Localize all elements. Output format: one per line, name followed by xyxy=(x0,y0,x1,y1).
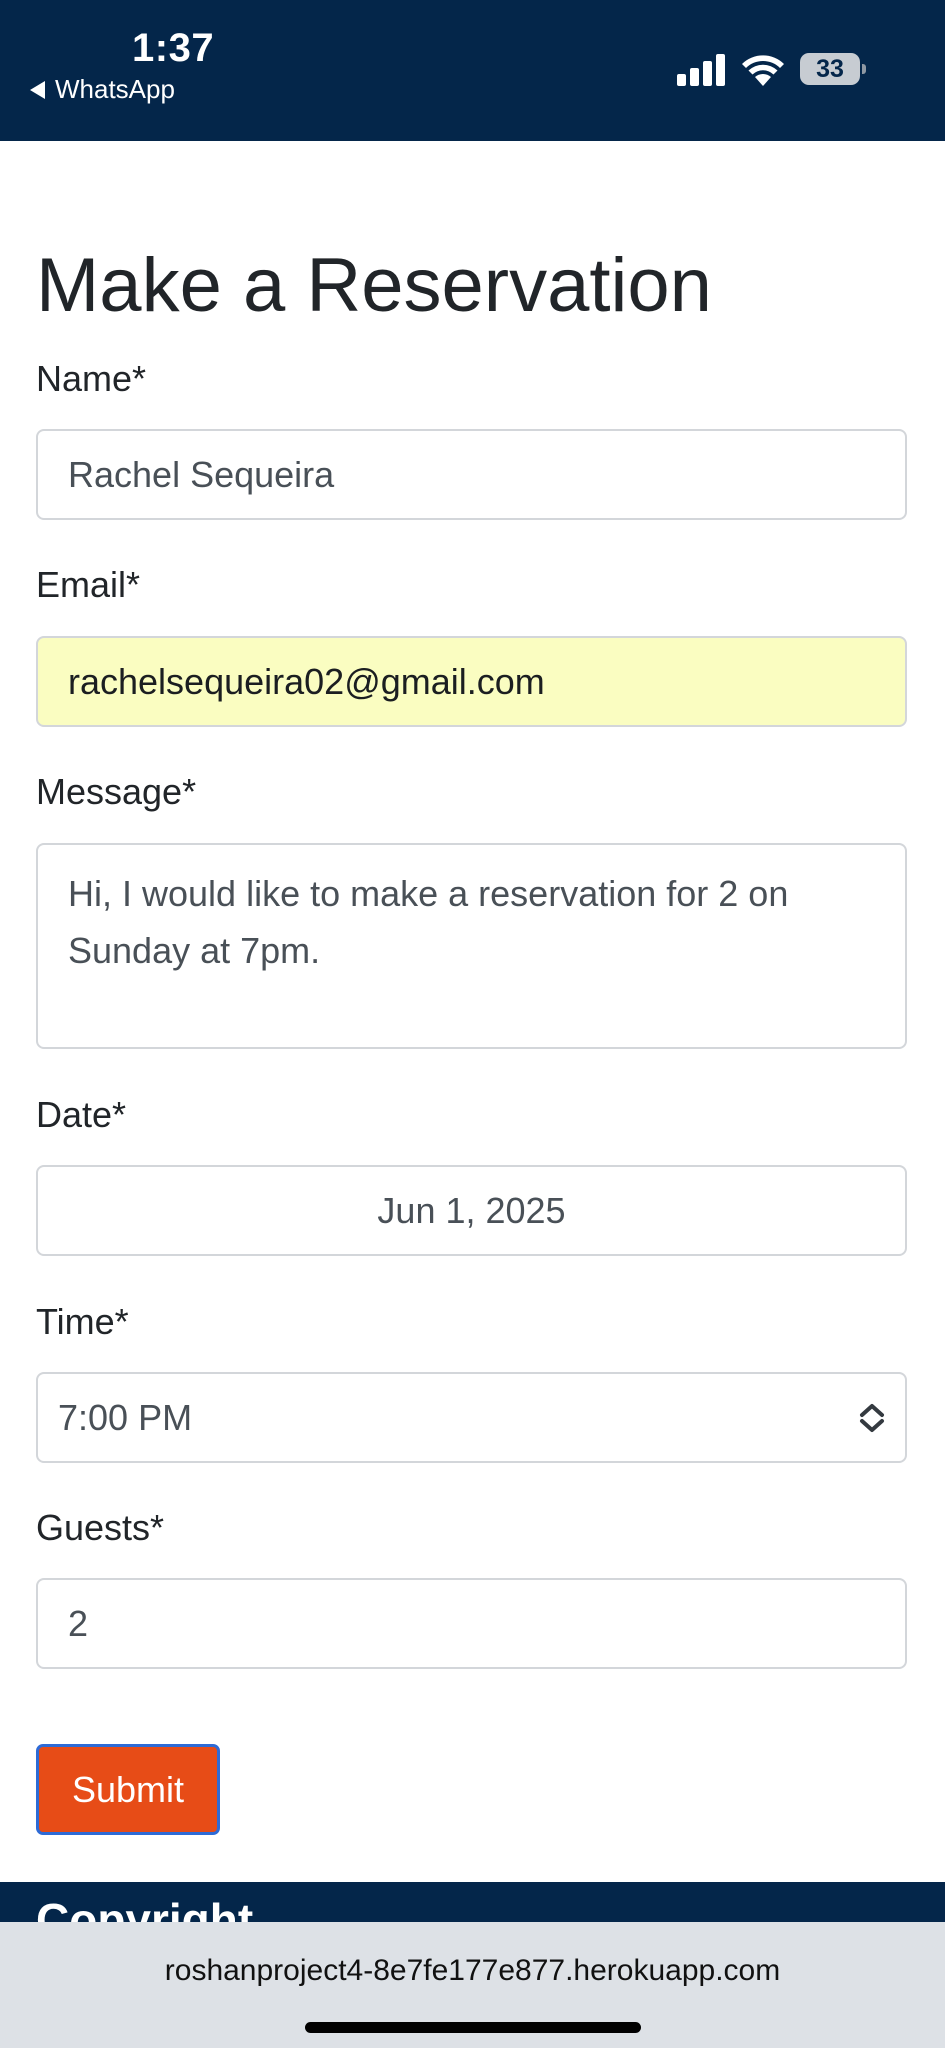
date-label: Date* xyxy=(36,1094,127,1135)
cellular-signal-icon xyxy=(677,54,725,86)
email-label: Email* xyxy=(36,564,141,605)
guests-input[interactable]: 2 xyxy=(36,1578,907,1669)
submit-button[interactable]: Submit xyxy=(36,1744,220,1835)
message-textarea[interactable]: Hi, I would like to make a reservation f… xyxy=(36,843,907,1049)
date-value: Jun 1, 2025 xyxy=(377,1189,566,1231)
date-input[interactable]: Jun 1, 2025 xyxy=(36,1165,907,1256)
status-bar: 1:37 WhatsApp 33 xyxy=(0,0,945,141)
email-value: rachelsequeira02@gmail.com xyxy=(68,660,545,702)
time-label: Time* xyxy=(36,1301,129,1342)
back-to-app-link[interactable]: WhatsApp xyxy=(30,74,175,105)
url-text[interactable]: roshanproject4-8e7fe177e877.herokuapp.co… xyxy=(0,1954,945,1988)
time-select[interactable]: 7:00 PM xyxy=(36,1372,907,1463)
name-value: Rachel Sequeira xyxy=(68,453,335,495)
select-updown-icon xyxy=(860,1404,884,1432)
message-value: Hi, I would like to make a reservation f… xyxy=(68,873,789,971)
back-arrow-icon xyxy=(30,80,45,99)
email-input[interactable]: rachelsequeira02@gmail.com xyxy=(36,636,907,727)
home-indicator xyxy=(305,2022,641,2033)
guests-label: Guests* xyxy=(36,1507,165,1548)
wifi-icon xyxy=(742,55,784,86)
guests-value: 2 xyxy=(68,1602,89,1644)
browser-url-bar[interactable]: roshanproject4-8e7fe177e877.herokuapp.co… xyxy=(0,1922,945,2048)
battery-tip xyxy=(862,64,866,74)
page-title: Make a Reservation xyxy=(36,243,712,328)
status-time: 1:37 xyxy=(132,26,215,70)
name-label: Name* xyxy=(36,358,147,399)
message-label: Message* xyxy=(36,771,197,812)
name-input[interactable]: Rachel Sequeira xyxy=(36,429,907,520)
battery-icon: 33 xyxy=(800,53,866,85)
time-value: 7:00 PM xyxy=(58,1396,193,1438)
back-app-label: WhatsApp xyxy=(55,74,175,104)
battery-level: 33 xyxy=(800,53,860,85)
